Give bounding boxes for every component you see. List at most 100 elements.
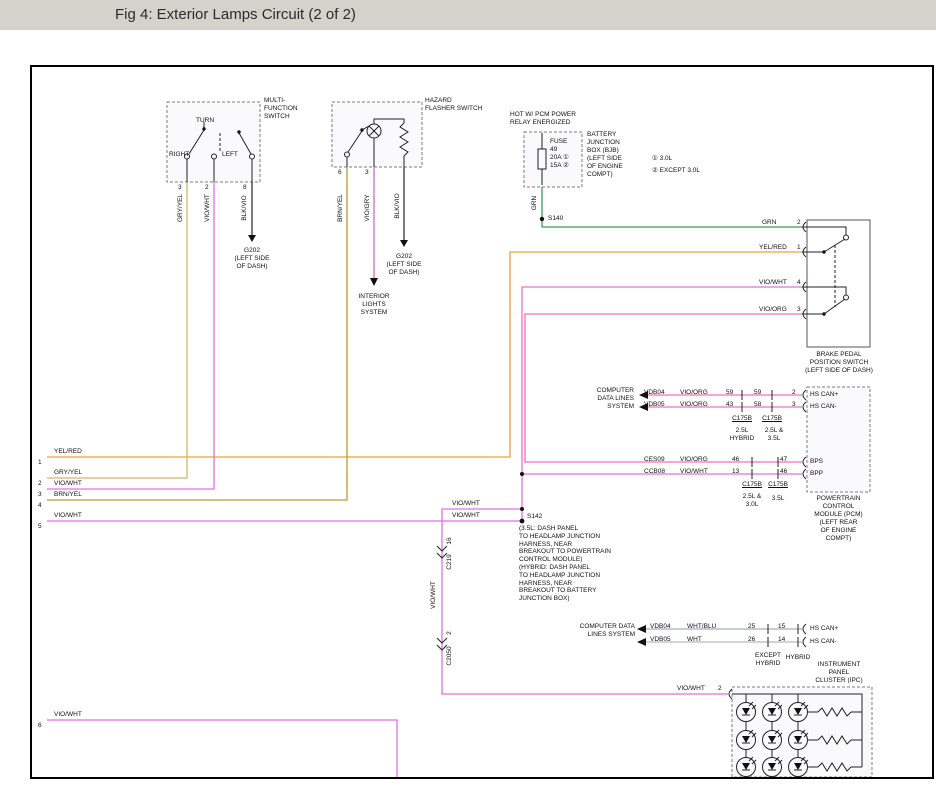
mfs-pin-8: 8	[243, 184, 247, 192]
splice-s142-note: (3.5L: DASH PANEL TO HEADLAMP JUNCTION H…	[519, 525, 611, 603]
interior-lights-system: INTERIOR LIGHTS SYSTEM	[346, 293, 402, 317]
splice-s140-label: S140	[548, 215, 563, 223]
bjb-label: BATTERY JUNCTION BOX (BJB) (LEFT SIDE OF…	[587, 131, 623, 179]
mfs-label: MULTI- FUNCTION SWITCH	[264, 97, 298, 121]
mfs-right-label: RIGHT	[169, 151, 189, 159]
ipc-hs-can-plus: HS CAN+	[810, 625, 838, 633]
circuit-vdb05-ipc: VDB05	[650, 636, 671, 644]
connector-c175b-2: C175B	[757, 415, 787, 423]
pcm-pin-2: 2	[792, 389, 796, 397]
wire-label-brn-yel: BRN/YEL	[337, 194, 345, 222]
pin-13: 13	[732, 468, 739, 476]
hazard-pin-3: 3	[365, 169, 369, 177]
ipc-caption: INSTRUMENT PANEL CLUSTER (IPC)	[794, 661, 884, 685]
wire-label-vio-org-h: VIO/ORG	[759, 306, 787, 314]
pcm-bps: BPS	[810, 458, 823, 466]
page-title: Fig 4: Exterior Lamps Circuit (2 of 2)	[115, 6, 356, 23]
circuit-ces09: CES09	[644, 456, 665, 464]
wire-label-vio-wht: VIO/WHT	[204, 194, 212, 222]
wire-label-vio-wht-h: VIO/WHT	[759, 279, 787, 287]
connector-c2050-pin: 2	[446, 631, 454, 635]
pcm-pin-47: 47	[780, 456, 787, 464]
interior-lights-arrow-icon	[370, 278, 378, 286]
ipc-pin-2: 2	[718, 685, 722, 693]
ground-icon	[400, 240, 408, 247]
wire-label-vio-wht-b: VIO/WHT	[452, 512, 480, 520]
mfs-pin-3: 3	[178, 184, 182, 192]
color-vio-org: VIO/ORG	[680, 389, 708, 397]
ground-g202-b: G202 (LEFT SIDE OF DASH)	[374, 253, 434, 277]
bps-pin-4: 4	[797, 279, 801, 287]
pin-58: 58	[754, 401, 761, 409]
color-vio-org-2: VIO/ORG	[680, 401, 708, 409]
diagram-frame: MULTI- FUNCTION SWITCH TURN RIGHT LEFT 3…	[30, 65, 934, 779]
page: { "title": "Fig 4: Exterior Lamps Circui…	[0, 0, 936, 801]
edge-pin-2: 2	[38, 480, 42, 488]
circuit-vdb05: VDB05	[644, 401, 665, 409]
note-except-3-0l: ② EXCEPT 3.0L	[652, 167, 700, 175]
ipc-pin-15: 15	[778, 623, 785, 631]
connector-c2050: C2050	[446, 646, 454, 665]
bps-pin-2: 2	[797, 219, 801, 227]
wire-label-blk-vio: BLK/VIO	[241, 195, 249, 220]
pcm-hs-can-minus: HS CAN-	[810, 403, 837, 411]
can-arrow-icon	[637, 638, 646, 646]
can-arrow-icon	[637, 625, 646, 633]
edge-wire-2: GRY/YEL	[54, 469, 82, 477]
color-wht: WHT	[687, 636, 702, 644]
ground-icon	[248, 235, 256, 242]
brake-pedal-switch-contacts	[802, 227, 849, 316]
edge-wire-6: VIO/WHT	[54, 711, 82, 719]
hazard-label: HAZARD FLASHER SWITCH	[425, 97, 482, 113]
splice-s142-label: S142	[527, 513, 542, 521]
splice-s142-dot	[520, 519, 525, 524]
circuit-vdb04-ipc: VDB04	[650, 623, 671, 631]
pcm-pin-3: 3	[792, 401, 796, 409]
wire-label-gry-yel: GRY/YEL	[177, 194, 185, 222]
computer-data-lines-system-2: COMPUTER DATA LINES SYSTEM	[550, 623, 635, 639]
wire-label-grn: GRN	[762, 219, 776, 227]
connector-c175b-4: C175B	[763, 481, 793, 489]
connector-c175b-1: C175B	[727, 415, 757, 423]
note-3-0l: ① 3.0L	[652, 155, 672, 163]
wire-yel-red	[47, 252, 802, 457]
color-vio-org-3: VIO/ORG	[680, 456, 708, 464]
edge-pin-4: 4	[38, 502, 42, 510]
mfs-turn-label: TURN	[196, 117, 214, 125]
mfs-left-label: LEFT	[222, 151, 238, 159]
wire-label-yel-red: YEL/RED	[759, 244, 787, 252]
edge-pin-3: 3	[38, 491, 42, 499]
edge-pin-6: 6	[38, 722, 42, 730]
hazard-pin-6: 6	[338, 169, 342, 177]
edge-pin-1: 1	[38, 459, 42, 467]
pin-46: 46	[732, 456, 739, 464]
wire-label-grn-vertical: GRN	[531, 196, 539, 210]
color-vio-wht-2: VIO/WHT	[680, 468, 708, 476]
wire-label-vio-wht-trunk: VIO/WHT	[430, 581, 438, 609]
mfs-pin-2: 2	[205, 184, 209, 192]
brake-pedal-switch-box	[807, 220, 870, 347]
edge-pin-5: 5	[38, 523, 42, 531]
pin-59b: 59	[754, 389, 761, 397]
edge-wire-1: YEL/RED	[54, 448, 82, 456]
wire-blk-vio	[252, 167, 404, 240]
wire-label-vio-gry: VIO/GRY	[364, 195, 372, 222]
variant-25l-35l: 2.5L & 3.5L	[754, 427, 794, 443]
wire-brn-yel	[47, 167, 347, 500]
hot-feed-label: HOT W/ PCM POWER RELAY ENERGIZED	[510, 111, 576, 127]
ipc-hs-can-minus: HS CAN-	[810, 638, 837, 646]
circuit-ccb08: CCB08	[644, 468, 665, 476]
edge-wire-5: VIO/WHT	[54, 512, 82, 520]
connector-c219: C219	[446, 554, 454, 570]
pcm-pin-46: 46	[780, 468, 787, 476]
color-wht-blu: WHT/BLU	[687, 623, 716, 631]
pin-59a: 59	[726, 389, 733, 397]
connector-c219-pin: 16	[446, 537, 454, 544]
ipc-pin-14: 14	[778, 636, 785, 644]
bps-caption: BRAKE PEDAL POSITION SWITCH (LEFT SIDE O…	[784, 351, 894, 375]
pin-25: 25	[748, 623, 755, 631]
splice-s140-dot	[540, 217, 544, 221]
pin-43: 43	[726, 401, 733, 409]
fuse-label: FUSE 49 20A ① 15A ②	[550, 138, 569, 170]
pcm-caption: POWERTRAIN CONTROL MODULE (PCM) (LEFT RE…	[791, 495, 886, 543]
